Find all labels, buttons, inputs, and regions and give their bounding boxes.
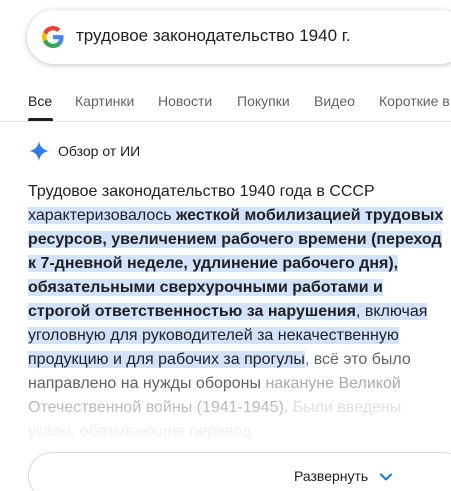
ai-overview-text: Трудовое законодательство 1940 года в СС… [28,180,448,444]
overview-highlight-plain: характеризовалось [28,207,177,224]
tab-short-videos[interactable]: Короткие в [379,93,450,109]
tab-shopping[interactable]: Покупки [237,93,290,109]
ai-overview-header: Обзор от ИИ [28,140,140,162]
chevron-down-icon [380,473,392,481]
expand-button[interactable]: Развернуть [28,452,451,491]
overview-lead: Трудовое законодательство 1940 года в СС… [28,183,375,200]
tab-images[interactable]: Картинки [75,93,134,109]
google-g-icon [42,26,64,48]
divider [0,121,451,122]
ai-overview-title: Обзор от ИИ [58,143,141,159]
tab-videos[interactable]: Видео [314,93,355,109]
gemini-spark-icon [28,140,50,162]
search-input[interactable]: трудовое законодательство 1940 г. [76,26,351,46]
tab-news[interactable]: Новости [158,93,212,109]
search-bar[interactable]: трудовое законодательство 1940 г. [27,10,451,64]
tab-all[interactable]: Все [28,93,52,109]
expand-label: Развернуть [294,468,369,484]
search-tabs: Все Картинки Новости Покупки Видео Корот… [0,85,451,121]
